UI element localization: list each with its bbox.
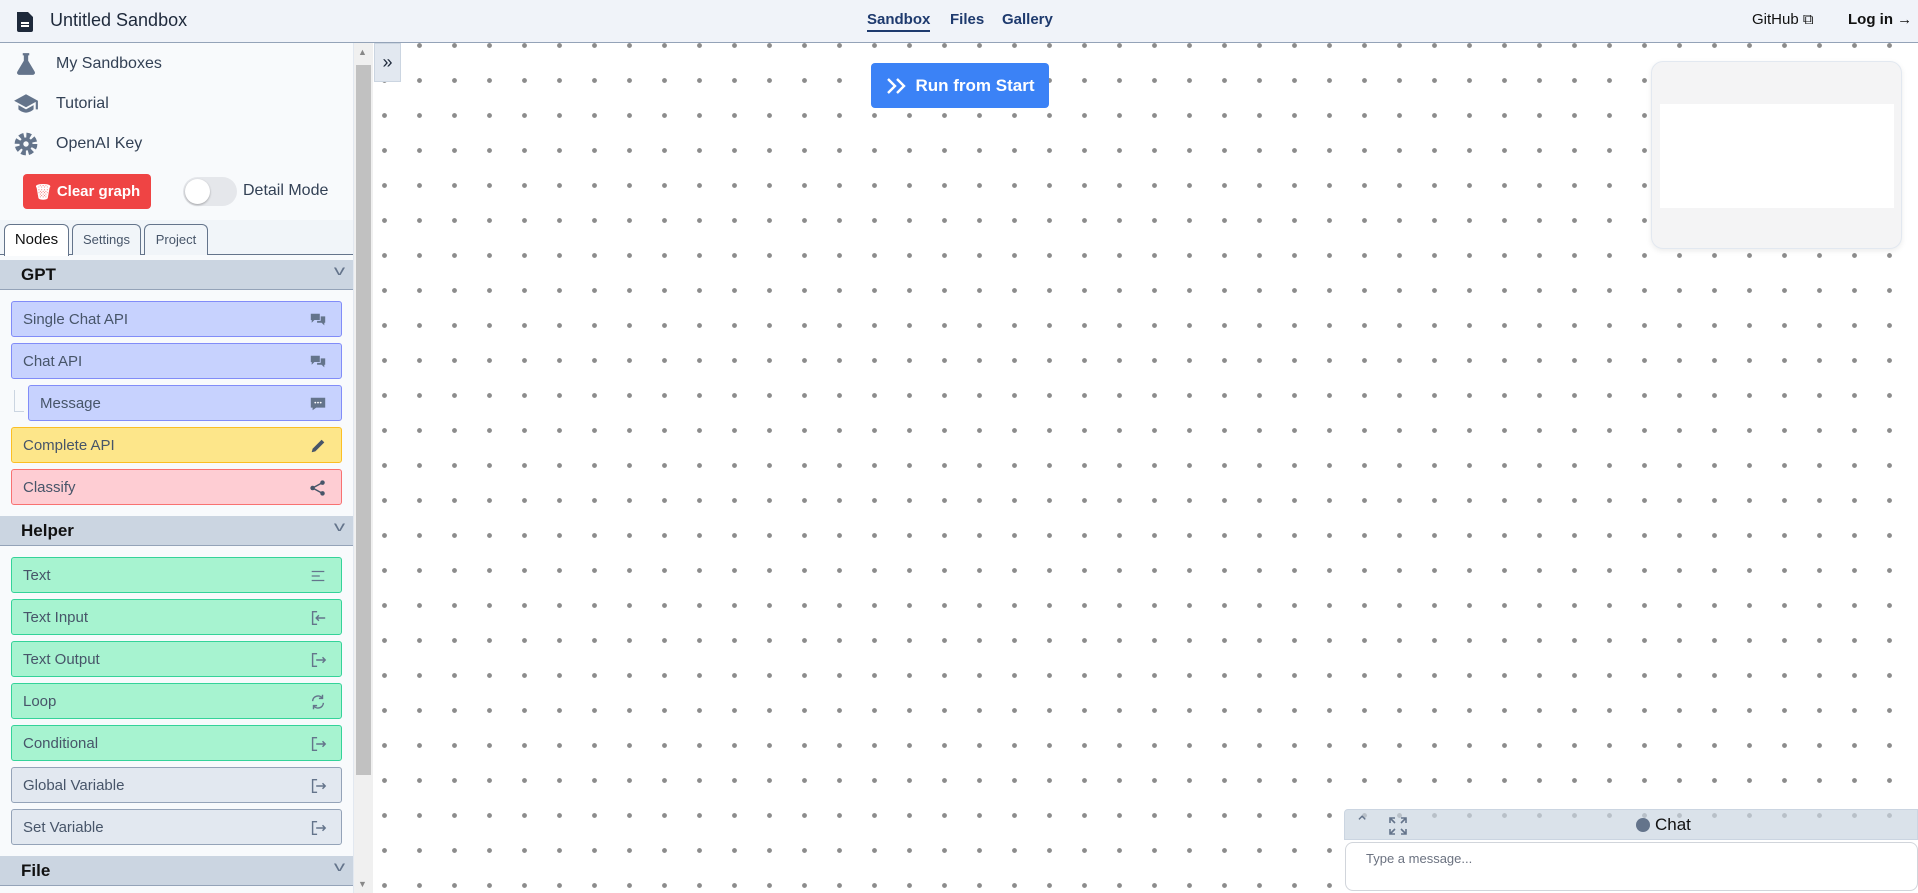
menu-tutorial[interactable]: Tutorial bbox=[0, 87, 340, 121]
sandbox-title[interactable]: Untitled Sandbox bbox=[50, 10, 187, 31]
sign-out-icon bbox=[311, 736, 327, 752]
chat-message-input[interactable]: Type a message... bbox=[1345, 842, 1918, 891]
menu-openai-key[interactable]: OpenAI Key bbox=[0, 127, 340, 161]
chat-placeholder: Type a message... bbox=[1366, 851, 1473, 866]
minimap-viewport[interactable] bbox=[1660, 104, 1894, 208]
refresh-icon bbox=[311, 694, 325, 710]
align-left-icon bbox=[311, 570, 325, 582]
node-label: Global Variable bbox=[23, 777, 125, 794]
node-label: Text bbox=[23, 567, 51, 584]
node-set-variable[interactable]: Set Variable bbox=[11, 809, 342, 845]
section-file[interactable]: File v bbox=[0, 856, 353, 886]
document-icon bbox=[17, 12, 33, 32]
detail-mode-toggle[interactable] bbox=[183, 177, 237, 206]
node-label: Message bbox=[40, 395, 101, 412]
node-complete-api[interactable]: Complete API bbox=[11, 427, 342, 463]
collapse-up-icon[interactable]: ⌃ bbox=[1355, 813, 1369, 833]
node-global-variable[interactable]: Global Variable bbox=[11, 767, 342, 803]
arrow-right-icon: → bbox=[1897, 11, 1913, 28]
node-label: Single Chat API bbox=[23, 311, 129, 328]
gear-icon bbox=[14, 132, 38, 156]
menu-label: Tutorial bbox=[56, 95, 109, 112]
graduation-cap-icon bbox=[14, 94, 38, 113]
node-label: Classify bbox=[23, 479, 76, 496]
tab-project[interactable]: Project bbox=[144, 224, 208, 255]
nav-files[interactable]: Files bbox=[950, 11, 984, 28]
sidebar: My Sandboxes Tutorial OpenAI Key 🗑 Clear … bbox=[0, 43, 354, 893]
chevron-down-icon: v bbox=[333, 518, 346, 534]
share-icon bbox=[310, 480, 325, 496]
node-classify[interactable]: Classify bbox=[11, 469, 342, 505]
run-label: Run from Start bbox=[915, 75, 1035, 95]
double-chevron-right-icon bbox=[886, 77, 906, 94]
chat-bubbles-icon bbox=[310, 313, 326, 326]
node-label: Chat API bbox=[23, 353, 83, 370]
section-title: GPT bbox=[21, 265, 56, 284]
scrollbar-thumb[interactable] bbox=[356, 65, 371, 775]
sign-out-icon bbox=[311, 778, 327, 794]
pencil-icon bbox=[311, 439, 325, 453]
toggle-knob bbox=[185, 179, 210, 204]
top-header: Untitled Sandbox Sandbox Files Gallery G… bbox=[0, 0, 1918, 43]
scroll-down-arrow[interactable]: ▼ bbox=[358, 879, 367, 889]
sign-out-icon bbox=[311, 652, 327, 668]
menu-my-sandboxes[interactable]: My Sandboxes bbox=[0, 47, 340, 81]
external-link-icon: ⧉ bbox=[1802, 11, 1814, 28]
node-single-chat-api[interactable]: Single Chat API bbox=[11, 301, 342, 337]
chevron-down-icon: v bbox=[333, 262, 346, 278]
node-conditional[interactable]: Conditional bbox=[11, 725, 342, 761]
message-icon bbox=[310, 397, 326, 411]
login-link[interactable]: Log in → bbox=[1848, 11, 1912, 28]
node-text[interactable]: Text bbox=[11, 557, 342, 593]
chevron-down-icon: v bbox=[333, 858, 346, 874]
section-helper[interactable]: Helper v bbox=[0, 516, 353, 546]
tree-connector bbox=[14, 390, 24, 412]
github-label: GitHub bbox=[1752, 11, 1799, 28]
node-loop[interactable]: Loop bbox=[11, 683, 342, 719]
node-label: Set Variable bbox=[23, 819, 104, 836]
node-text-output[interactable]: Text Output bbox=[11, 641, 342, 677]
chat-header: ⌃ Chat bbox=[1344, 809, 1918, 840]
node-label: Conditional bbox=[23, 735, 99, 752]
chat-bubbles-icon bbox=[310, 355, 326, 368]
menu-label: My Sandboxes bbox=[56, 55, 162, 72]
node-text-input[interactable]: Text Input bbox=[11, 599, 342, 635]
node-label: Text Output bbox=[23, 651, 100, 668]
login-label: Log in bbox=[1848, 11, 1893, 28]
trash-icon: 🗑 bbox=[33, 183, 53, 201]
tab-nodes[interactable]: Nodes bbox=[4, 224, 69, 256]
node-message[interactable]: Message bbox=[28, 385, 342, 421]
section-title: Helper bbox=[21, 521, 74, 540]
expand-icon[interactable] bbox=[1388, 816, 1408, 836]
github-link[interactable]: GitHub ⧉ bbox=[1752, 11, 1814, 28]
node-label: Complete API bbox=[23, 437, 115, 454]
nav-gallery[interactable]: Gallery bbox=[1002, 11, 1053, 28]
chat-title: Chat bbox=[1655, 815, 1691, 834]
flask-icon bbox=[17, 53, 35, 75]
sign-out-icon bbox=[311, 820, 327, 836]
menu-label: OpenAI Key bbox=[56, 135, 143, 152]
tab-settings[interactable]: Settings bbox=[72, 224, 141, 255]
sidebar-tabs: Nodes Settings Project bbox=[0, 220, 353, 256]
minimap[interactable] bbox=[1651, 61, 1902, 249]
clear-graph-label: Clear graph bbox=[56, 183, 141, 200]
run-from-start-button[interactable]: Run from Start bbox=[871, 63, 1049, 108]
clear-graph-button[interactable]: 🗑 Clear graph bbox=[23, 174, 151, 209]
detail-mode-label: Detail Mode bbox=[243, 182, 329, 199]
section-title: File bbox=[21, 861, 51, 880]
chevrons-right-icon: » bbox=[382, 52, 393, 72]
scroll-up-arrow[interactable]: ▲ bbox=[358, 47, 367, 57]
sidebar-scrollbar[interactable]: ▲ ▼ bbox=[354, 43, 373, 893]
toggle-sidebar-button[interactable]: » bbox=[374, 43, 401, 82]
section-gpt[interactable]: GPT v bbox=[0, 260, 353, 290]
nav-sandbox[interactable]: Sandbox bbox=[867, 11, 931, 32]
status-dot-icon bbox=[1636, 818, 1650, 832]
node-chat-api[interactable]: Chat API bbox=[11, 343, 342, 379]
sign-in-icon bbox=[311, 610, 326, 626]
node-label: Loop bbox=[23, 693, 57, 710]
node-label: Text Input bbox=[23, 609, 89, 626]
